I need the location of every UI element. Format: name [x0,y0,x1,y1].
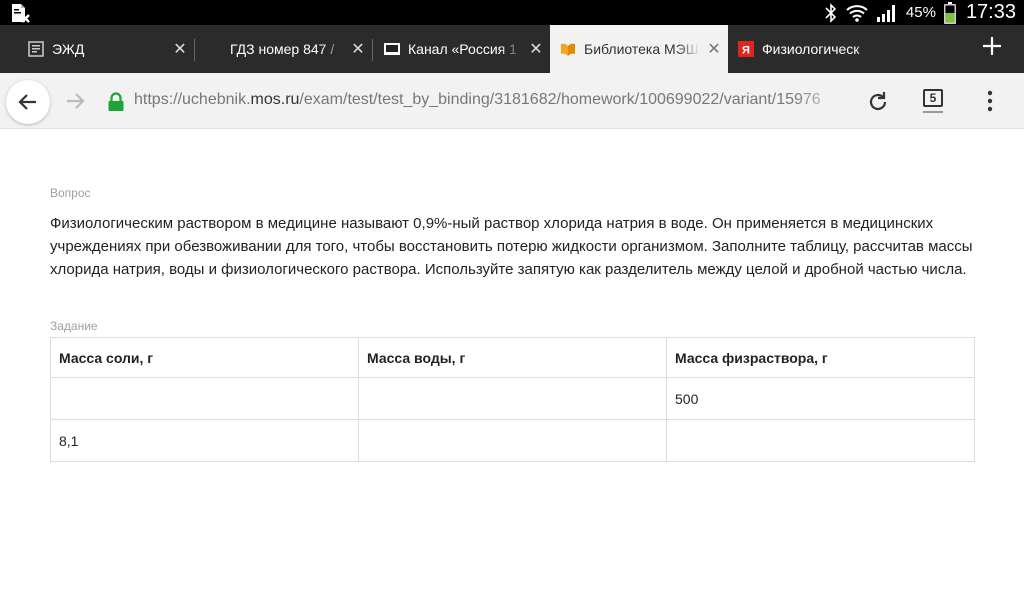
table-cell: 500 [666,377,975,420]
table-cell: 8,1 [50,419,359,462]
table-row: 500 [50,377,975,420]
blank-favicon-icon [206,41,222,57]
tab-russia1[interactable]: Канал «Россия 1 ✕ [374,25,550,73]
tab-title: Библиотека МЭШ [584,41,699,57]
status-bar: 45% 17:33 [0,0,1024,25]
tab-yandex[interactable]: Я Физиологическ [728,25,878,73]
browser-toolbar: https://uchebnik.mos.ru/exam/test/test_b… [0,73,1024,129]
header-water-mass: Масса воды, г [358,337,667,378]
tab-title: Физиологическ [762,41,860,57]
lock-icon [108,92,124,111]
back-button[interactable] [6,80,50,124]
tab-gdz[interactable]: ГДЗ номер 847 / ✕ [196,25,372,73]
tab-divider [194,39,195,61]
tab-divider [372,39,373,61]
wifi-icon [846,4,868,22]
notification-icon [12,4,30,23]
reload-icon[interactable] [864,88,892,116]
table-cell-input[interactable] [358,377,667,420]
table-header-row: Масса соли, г Масса воды, г Масса физрас… [50,337,975,378]
table-cell-input[interactable] [50,377,359,420]
signal-icon [876,4,895,22]
battery-percentage: 45% [905,4,936,21]
tab-mesh-library[interactable]: Библиотека МЭШ ✕ [550,25,728,73]
new-tab-plus-icon[interactable] [982,33,1002,61]
yandex-favicon-icon: Я [738,41,754,57]
table-cell-input[interactable] [358,419,667,462]
tab-title: ЭЖД [52,41,85,57]
address-bar[interactable]: https://uchebnik.mos.ru/exam/test/test_b… [134,91,850,109]
answer-table: Масса соли, г Масса воды, г Масса физрас… [50,337,975,462]
forward-button[interactable] [60,86,90,116]
tab-close-icon[interactable]: ✕ [700,25,728,73]
url-prefix: https://uchebnik. [134,91,251,108]
question-label: Вопрос [50,186,91,200]
tv-favicon-icon [384,41,400,57]
tab-title: ГДЗ номер 847 / [230,41,335,57]
arrow-right-icon [67,93,85,109]
task-label: Задание [50,319,98,333]
tab-title: Канал «Россия 1 [408,41,517,57]
header-salt-mass: Масса соли, г [50,337,359,378]
table-row: 8,1 [50,419,975,462]
url-path: /exam/test/test_by_binding/3181682/homew… [299,91,821,108]
battery-icon [944,1,956,24]
arrow-left-icon [18,94,36,110]
table-cell-input[interactable] [666,419,975,462]
header-solution-mass: Масса физраствора, г [666,337,975,378]
tab-switcher-underline [923,111,943,113]
clock: 17:33 [965,1,1016,23]
document-favicon-icon [28,41,44,57]
more-menu-icon[interactable] [984,89,996,113]
tab-switcher-button[interactable]: 5 [923,89,943,107]
bluetooth-icon [825,2,837,23]
tab-ejd[interactable]: ЭЖД ✕ [18,25,194,73]
page-content: Вопрос Физиологическим раствором в медиц… [0,129,1024,600]
url-domain: mos.ru [250,91,300,108]
tab-close-icon[interactable]: ✕ [522,25,550,73]
tab-close-icon[interactable]: ✕ [344,25,372,73]
tab-close-icon[interactable]: ✕ [166,25,194,73]
question-text: Физиологическим раствором в медицине наз… [50,215,973,278]
tab-strip: ЭЖД ✕ ГДЗ номер 847 / ✕ Канал «Россия 1 … [0,25,1024,73]
svg-text:Я: Я [742,45,750,57]
book-favicon-icon [560,41,576,57]
